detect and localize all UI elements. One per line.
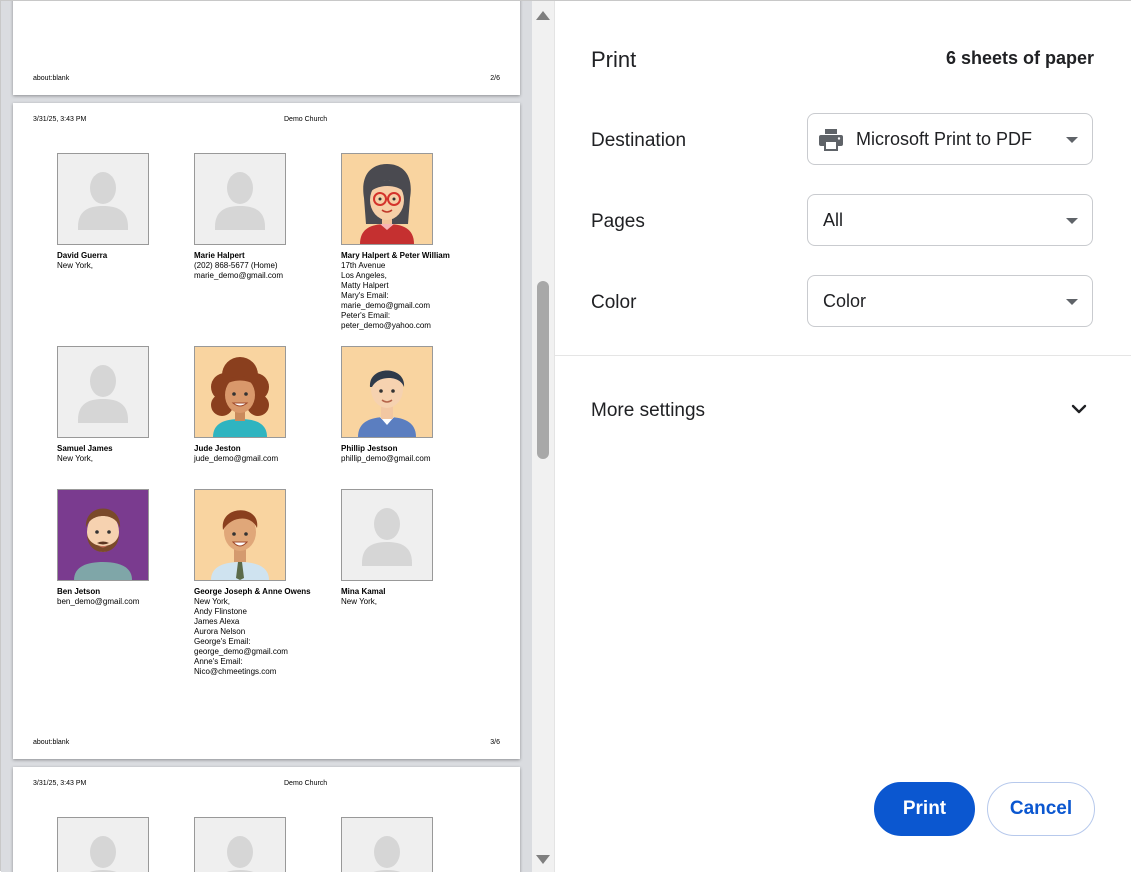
cancel-button-label: Cancel — [1009, 798, 1073, 819]
person-detail: Mary's Email: — [341, 291, 389, 300]
directory-entry — [57, 817, 197, 872]
placeholder-avatar-icon — [57, 817, 149, 872]
pages-value: All — [823, 210, 844, 230]
person-detail: Aurora Nelson — [194, 627, 246, 636]
dropdown-arrow-icon — [1066, 299, 1078, 305]
person-name: Mary Halpert & Peter William — [341, 251, 450, 260]
person-name: David Guerra — [57, 251, 108, 260]
man-avatar-icon — [341, 346, 433, 438]
person-detail: Nico@chmeetings.com — [194, 667, 277, 676]
scroll-down-arrow-icon[interactable] — [536, 855, 550, 864]
person-detail: New York, — [57, 261, 94, 270]
sheet-count: 6 sheets of paper — [945, 48, 1094, 68]
pages-label: Pages — [591, 211, 645, 232]
person-detail: jude_demo@gmail.com — [194, 454, 279, 463]
page-header-date: 3/31/25, 3:43 PM — [33, 780, 87, 787]
person-detail: (202) 868-5677 (Home) — [194, 261, 278, 270]
person-detail: Andy Flinstone — [194, 607, 247, 616]
person-detail: phillip_demo@gmail.com — [341, 454, 431, 463]
person-detail: Los Angeles, — [341, 271, 387, 280]
page-footer-number: 2/6 — [490, 75, 500, 82]
scrollbar-thumb[interactable] — [537, 281, 549, 459]
page-footer-url: about:blank — [33, 739, 70, 746]
person-name: Ben Jetson — [57, 587, 101, 596]
dropdown-arrow-icon — [1066, 218, 1078, 224]
directory-entry: Marie Halpert (202) 868-5677 (Home) mari… — [194, 153, 334, 281]
person-detail: New York, — [341, 597, 378, 606]
scroll-up-arrow-icon[interactable] — [536, 11, 550, 20]
print-button[interactable]: Print — [874, 782, 975, 836]
directory-entry: Phillip Jestson phillip_demo@gmail.com — [341, 346, 481, 464]
placeholder-avatar-icon — [341, 817, 433, 872]
page-header-date: 3/31/25, 3:43 PM — [33, 116, 87, 123]
person-detail: marie_demo@gmail.com — [341, 301, 431, 310]
preview-page-2: about:blank 2/6 — [13, 1, 520, 95]
print-settings-panel: Print 6 sheets of paper Destination Micr… — [555, 1, 1131, 872]
bearded-man-avatar-icon — [57, 489, 149, 581]
person-detail: Matty Halpert — [341, 281, 389, 290]
placeholder-avatar-icon — [57, 346, 149, 438]
destination-select[interactable]: Microsoft Print to PDF — [807, 113, 1093, 165]
woman-curly-avatar-icon — [194, 346, 286, 438]
directory-entry: Mary Halpert & Peter William 17th Avenue… — [341, 153, 481, 331]
page-header-title: Demo Church — [284, 116, 328, 123]
printer-icon — [819, 129, 843, 151]
directory-entry: Ben Jetson ben_demo@gmail.com — [57, 489, 197, 607]
color-select[interactable]: Color — [807, 275, 1093, 327]
person-name: Phillip Jestson — [341, 444, 398, 453]
chevron-down-icon[interactable] — [1070, 402, 1088, 416]
directory-entry: Samuel James New York, — [57, 346, 197, 464]
person-name: Jude Jeston — [194, 444, 241, 453]
dropdown-arrow-icon — [1066, 137, 1078, 143]
person-detail: New York, — [57, 454, 94, 463]
section-divider — [555, 355, 1131, 356]
preview-page-3: 3/31/25, 3:43 PM Demo Church David Guerr… — [13, 103, 520, 759]
person-detail: Peter's Email: — [341, 311, 391, 320]
print-preview[interactable]: about:blank 2/6 3/31/25, 3:43 PM Demo Ch… — [1, 1, 532, 872]
cancel-button[interactable]: Cancel — [987, 782, 1095, 836]
placeholder-avatar-icon — [341, 489, 433, 581]
dialog-title: Print — [591, 47, 637, 72]
more-settings-toggle[interactable]: More settings — [591, 400, 705, 422]
person-detail: James Alexa — [194, 617, 240, 626]
page-footer-url: about:blank — [33, 75, 70, 82]
person-detail: peter_demo@yahoo.com — [341, 321, 431, 330]
directory-entry: Jude Jeston jude_demo@gmail.com — [194, 346, 334, 464]
directory-entry — [341, 817, 481, 872]
directory-entry: David Guerra New York, — [57, 153, 197, 271]
page-footer-number: 3/6 — [490, 739, 500, 746]
person-detail: New York, — [194, 597, 231, 606]
placeholder-avatar-icon — [194, 153, 286, 245]
page-header-title: Demo Church — [284, 780, 328, 787]
directory-entry: George Joseph & Anne Owens New York, And… — [194, 489, 334, 677]
directory-entry: Mina Kamal New York, — [341, 489, 481, 607]
placeholder-avatar-icon — [57, 153, 149, 245]
person-detail: Anne's Email: — [194, 657, 243, 666]
person-name: Marie Halpert — [194, 251, 245, 260]
color-label: Color — [591, 292, 637, 313]
person-detail: george_demo@gmail.com — [194, 647, 288, 656]
destination-value: Microsoft Print to PDF — [856, 129, 1033, 149]
person-detail: marie_demo@gmail.com — [194, 271, 284, 280]
man-tie-avatar-icon — [194, 489, 286, 581]
woman-glasses-avatar-icon — [341, 153, 433, 245]
person-name: George Joseph & Anne Owens — [194, 587, 311, 596]
person-detail: George's Email: — [194, 637, 251, 646]
person-name: Mina Kamal — [341, 587, 386, 596]
person-detail: 17th Avenue — [341, 261, 386, 270]
person-detail: ben_demo@gmail.com — [57, 597, 140, 606]
directory-entry — [194, 817, 334, 872]
destination-label: Destination — [591, 130, 687, 151]
preview-page-4: 3/31/25, 3:43 PM Demo Church — [13, 767, 520, 872]
preview-scrollbar[interactable] — [532, 1, 555, 872]
person-name: Samuel James — [57, 444, 113, 453]
placeholder-avatar-icon — [194, 817, 286, 872]
pages-select[interactable]: All — [807, 194, 1093, 246]
color-value: Color — [823, 291, 867, 311]
